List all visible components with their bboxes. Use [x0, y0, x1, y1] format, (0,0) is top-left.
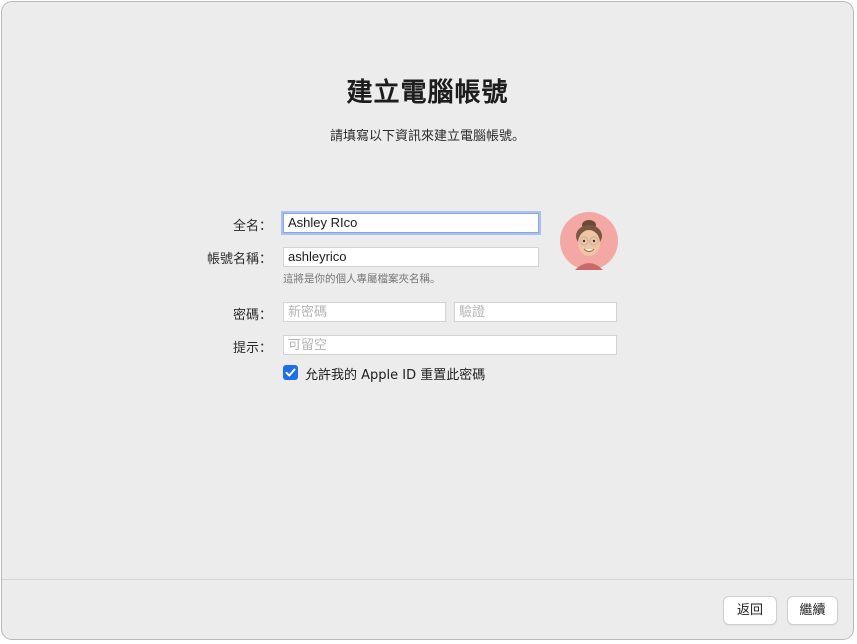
page-subtitle: 請填寫以下資訊來建立電腦帳號。 [329, 129, 525, 144]
footer-divider [2, 579, 853, 580]
avatar[interactable] [560, 212, 618, 270]
back-button[interactable]: 返回 [723, 596, 777, 625]
page-title: 建立電腦帳號 [346, 78, 509, 108]
hint-label: 提示： [232, 341, 272, 356]
memoji-avatar-icon [575, 220, 603, 270]
full-name-label: 全名： [232, 219, 272, 234]
continue-button[interactable]: 繼續 [787, 596, 838, 625]
checkmark-icon [285, 368, 296, 377]
hint-field[interactable]: 可留空 [283, 335, 617, 355]
new-password-field[interactable]: 新密碼 [283, 302, 446, 322]
account-name-helper: 這將是你的個人專屬檔案夾名稱。 [283, 273, 441, 285]
setup-window: 建立電腦帳號 請填寫以下資訊來建立電腦帳號。 全名： Ashley RIco 帳… [1, 1, 854, 640]
allow-reset-checkbox[interactable] [283, 365, 298, 380]
allow-reset-label[interactable]: 允許我的 Apple ID 重置此密碼 [305, 364, 485, 383]
account-name-field[interactable]: ashleyrico [283, 247, 539, 267]
verify-password-field[interactable]: 驗證 [454, 302, 617, 322]
password-label: 密碼： [232, 308, 272, 323]
full-name-field[interactable]: Ashley RIco [283, 213, 539, 233]
account-name-label: 帳號名稱： [206, 252, 272, 267]
